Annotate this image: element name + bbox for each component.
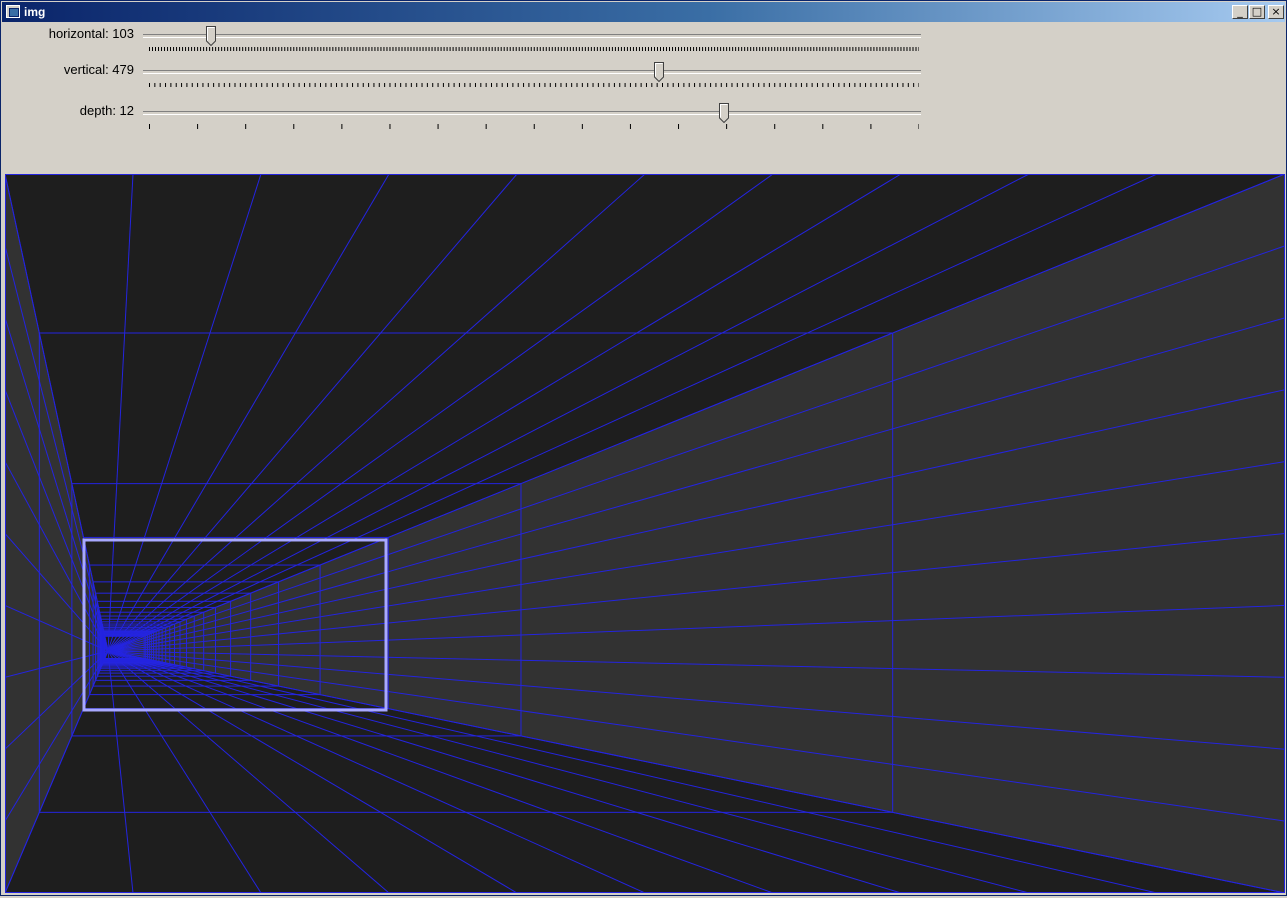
title-bar[interactable]: img _ □ × — [2, 2, 1285, 22]
app-window: img _ □ × horizontal: 103 vertical: 479 — [0, 0, 1287, 896]
vertical-slider[interactable] — [143, 59, 921, 87]
horizontal-groove — [143, 34, 921, 38]
vertical-groove — [143, 70, 921, 74]
horizontal-ticks — [149, 47, 919, 51]
depth-groove — [143, 111, 921, 115]
slider-thumb-icon[interactable] — [654, 62, 665, 82]
vertical-label: vertical: 479 — [63, 62, 134, 77]
horizontal-label: horizontal: 103 — [48, 26, 134, 41]
maximize-button[interactable]: □ — [1249, 5, 1265, 19]
minimize-icon: _ — [1237, 5, 1243, 18]
depth-ticks — [149, 124, 919, 129]
corridor-render — [4, 173, 1286, 894]
close-icon: × — [1271, 5, 1281, 18]
slider-thumb-icon[interactable] — [718, 103, 729, 123]
horizontal-slider[interactable] — [143, 23, 921, 51]
vertical-ticks — [149, 83, 919, 87]
depth-label: depth: 12 — [79, 103, 134, 118]
perspective-canvas[interactable] — [4, 173, 1286, 894]
trackbar-panel: horizontal: 103 vertical: 479 depth: 12 — [3, 23, 1285, 173]
depth-slider[interactable] — [143, 100, 921, 130]
close-button[interactable]: × — [1268, 5, 1284, 19]
slider-thumb-icon[interactable] — [205, 26, 216, 46]
maximize-icon: □ — [1251, 5, 1263, 18]
window-title: img — [24, 5, 46, 19]
minimize-button[interactable]: _ — [1232, 5, 1248, 19]
window-app-icon[interactable] — [6, 5, 20, 18]
